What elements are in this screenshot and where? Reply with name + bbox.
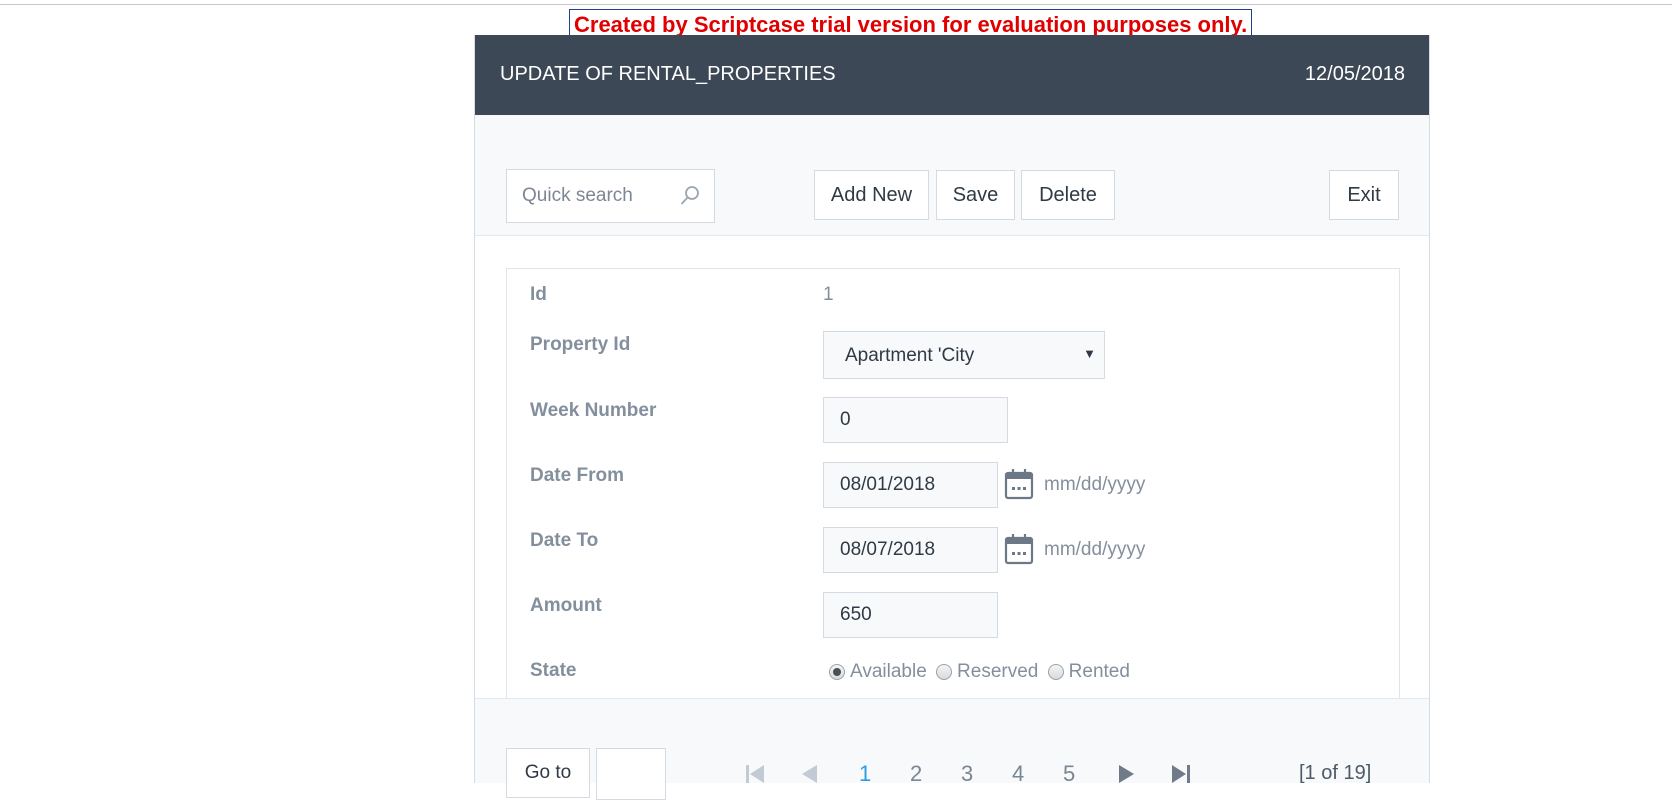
date-to-format-hint: mm/dd/yyyy xyxy=(1044,539,1146,560)
state-option-available[interactable]: Available xyxy=(829,661,927,683)
go-to-button[interactable]: Go to xyxy=(506,748,590,798)
id-label: Id xyxy=(530,284,547,305)
form-panel: Id 1 Property Id Apartment 'City ▼ Week … xyxy=(506,268,1400,702)
amount-label: Amount xyxy=(530,595,602,616)
date-to-field[interactable] xyxy=(823,527,998,573)
calendar-icon[interactable] xyxy=(1004,533,1034,565)
page-3[interactable]: 3 xyxy=(961,761,973,787)
page-5[interactable]: 5 xyxy=(1063,761,1075,787)
form-container: UPDATE OF RENTAL_PROPERTIES 12/05/2018 A… xyxy=(474,35,1430,800)
amount-field[interactable] xyxy=(823,592,998,638)
form-header: UPDATE OF RENTAL_PROPERTIES 12/05/2018 xyxy=(475,35,1429,115)
radio-button-checked[interactable] xyxy=(829,664,845,680)
last-page-icon[interactable] xyxy=(1169,762,1193,786)
page-title: UPDATE OF RENTAL_PROPERTIES xyxy=(500,63,836,85)
go-to-page-input[interactable] xyxy=(596,748,666,800)
radio-label: Rented xyxy=(1068,661,1130,682)
state-radio-group: Available Reserved Rented xyxy=(829,661,1134,686)
state-option-rented[interactable]: Rented xyxy=(1047,661,1130,683)
property-id-selected-value: Apartment 'City xyxy=(845,345,975,366)
state-option-reserved[interactable]: Reserved xyxy=(936,661,1038,683)
date-to-label: Date To xyxy=(530,530,599,551)
id-value: 1 xyxy=(823,284,834,305)
property-id-select[interactable]: Apartment 'City ▼ xyxy=(823,331,1105,379)
search-icon[interactable] xyxy=(678,184,702,208)
week-number-label: Week Number xyxy=(530,400,657,421)
radio-label: Available xyxy=(850,661,927,682)
chevron-down-icon: ▼ xyxy=(1083,346,1096,361)
quick-search xyxy=(506,169,715,223)
search-input[interactable] xyxy=(507,170,677,222)
radio-label: Reserved xyxy=(957,661,1039,682)
header-date: 12/05/2018 xyxy=(1304,63,1405,85)
page-4[interactable]: 4 xyxy=(1012,761,1024,787)
page-2[interactable]: 2 xyxy=(910,761,922,787)
top-divider xyxy=(0,4,1672,5)
exit-button[interactable]: Exit xyxy=(1329,170,1399,220)
save-button[interactable]: Save xyxy=(936,170,1015,220)
date-from-field[interactable] xyxy=(823,462,998,508)
previous-page-icon[interactable] xyxy=(797,762,821,786)
date-from-label: Date From xyxy=(530,465,624,486)
delete-button[interactable]: Delete xyxy=(1021,170,1115,220)
week-number-field[interactable] xyxy=(823,397,1008,443)
date-from-format-hint: mm/dd/yyyy xyxy=(1044,474,1146,495)
radio-button[interactable] xyxy=(1047,664,1064,680)
page-1[interactable]: 1 xyxy=(859,761,871,787)
record-count: [1 of 19] xyxy=(1299,762,1372,784)
radio-button[interactable] xyxy=(936,664,953,680)
next-page-icon[interactable] xyxy=(1115,762,1139,786)
calendar-icon[interactable] xyxy=(1004,468,1034,500)
first-page-icon[interactable] xyxy=(743,762,767,786)
property-id-label: Property Id xyxy=(530,334,631,355)
add-new-button[interactable]: Add New xyxy=(814,170,929,220)
state-label: State xyxy=(530,660,577,681)
